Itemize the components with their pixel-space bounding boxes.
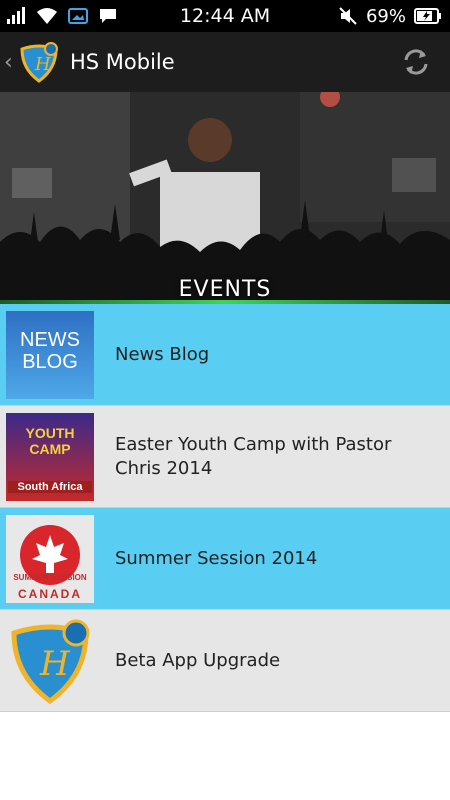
list-item-label: News Blog — [115, 343, 210, 365]
youth-camp-thumbnail: YOUTH CAMP South Africa — [6, 412, 94, 501]
news-thumb-text: NEWS BLOG — [20, 328, 80, 373]
app-logo[interactable]: H — [18, 41, 60, 83]
summer-session-thumb-text: SUMMER SESSION — [13, 572, 87, 582]
status-right-icons: 69% — [338, 6, 442, 27]
hero-label: EVENTS — [178, 277, 272, 302]
youth-camp-thumb-text: YOUTH CAMP — [25, 424, 75, 457]
refresh-icon[interactable] — [400, 46, 432, 78]
list-item-easter-youth-camp[interactable]: YOUTH CAMP South Africa Easter Youth Cam… — [0, 406, 450, 508]
list-item-beta-app-upgrade[interactable]: H Beta App Upgrade — [0, 610, 450, 712]
canada-text: CANADA — [18, 586, 82, 601]
south-africa-text: South Africa — [8, 480, 92, 493]
mute-icon — [339, 7, 357, 25]
summer-session-thumbnail: SUMMER SESSION CANADA — [6, 514, 94, 603]
hs-logo-icon: H — [11, 619, 90, 704]
events-hero-banner[interactable]: EVENTS — [0, 92, 450, 304]
app-title: HS Mobile — [70, 50, 175, 74]
battery-percent: 69% — [365, 5, 406, 27]
svg-text:H: H — [39, 644, 71, 684]
back-chevron-icon[interactable]: ‹ — [4, 50, 14, 75]
status-bar: 12:44 AM 69% — [0, 0, 450, 32]
beta-app-thumbnail: H — [6, 617, 94, 705]
event-list: NEWS BLOG News Blog YOUTH CAMP South Afr… — [0, 304, 450, 712]
list-item-label: Beta App Upgrade — [115, 649, 281, 671]
svg-text:H: H — [34, 54, 51, 75]
news-blog-thumbnail: NEWS BLOG — [6, 310, 94, 399]
concert-crowd-image — [0, 92, 450, 304]
list-item-label: Summer Session 2014 — [115, 547, 318, 569]
action-bar: ‹ H HS Mobile — [0, 32, 450, 92]
list-item-news-blog[interactable]: NEWS BLOG News Blog — [0, 304, 450, 406]
battery-icon — [414, 8, 441, 24]
list-item-label: Easter Youth Camp with Pastor Chris 2014 — [115, 433, 392, 479]
list-item-summer-session[interactable]: SUMMER SESSION CANADA Summer Session 201… — [0, 508, 450, 610]
